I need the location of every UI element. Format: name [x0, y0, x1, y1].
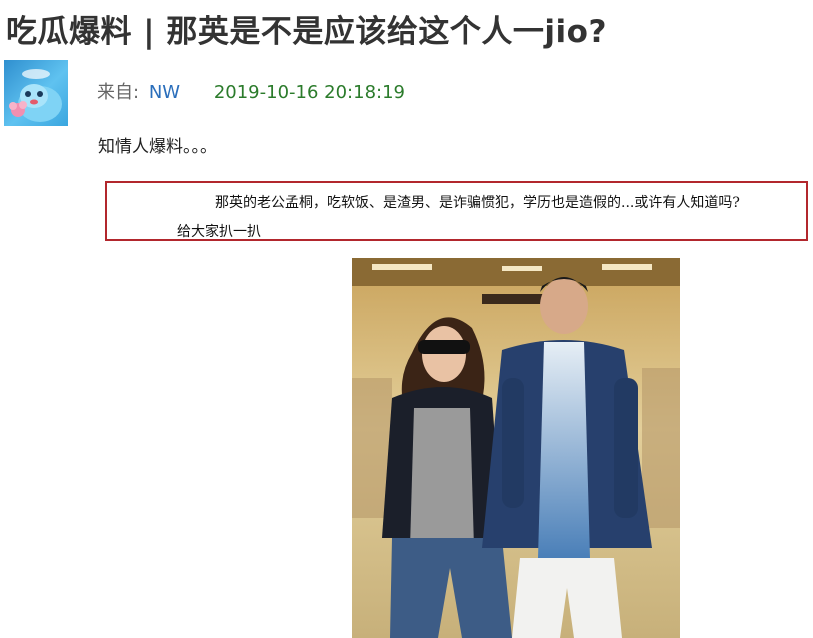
post-photo	[352, 258, 680, 638]
quoted-text-box: 那英的老公孟桐，吃软饭、是渣男、是诈骗惯犯，学历也是造假的...或许有人知道吗?…	[105, 181, 808, 241]
post-datetime: 2019-10-16 20:18:19	[213, 82, 405, 103]
avatar[interactable]	[4, 60, 68, 126]
quote-line-2: 给大家扒一扒	[177, 224, 261, 240]
avatar-cartoon-icon	[9, 69, 62, 122]
from-label: 来自:	[97, 82, 140, 103]
couple-photo-illustration	[352, 258, 680, 638]
post-meta: 来自: NW 2019-10-16 20:18:19	[97, 78, 405, 104]
quote-line-1: 那英的老公孟桐，吃软饭、是渣男、是诈骗惯犯，学历也是造假的...或许有人知道吗?	[215, 195, 740, 211]
post-body-text: 知情人爆料。。。	[98, 137, 217, 157]
post-title: 吃瓜爆料 | 那英是不是应该给这个人一jio?	[6, 14, 607, 50]
author-link[interactable]: NW	[149, 82, 180, 103]
